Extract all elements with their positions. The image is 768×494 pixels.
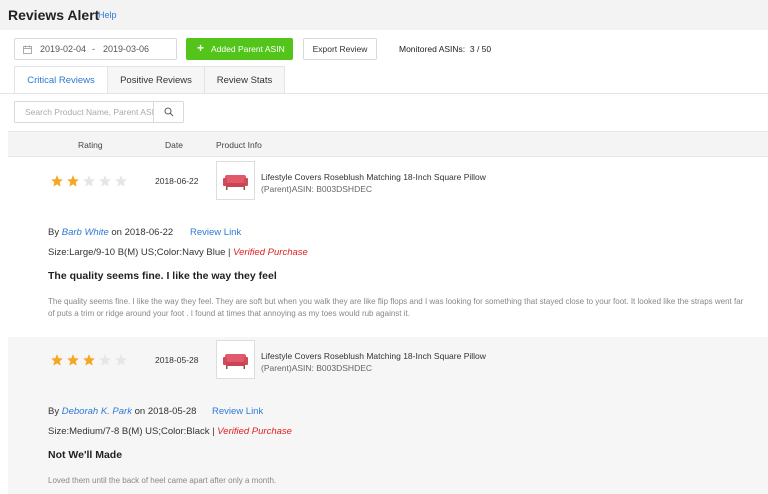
star-filled-icon (51, 175, 63, 187)
column-date: Date (165, 140, 183, 150)
review-body-line: Loved them until the back of heel came a… (48, 476, 277, 485)
tab-positive-reviews[interactable]: Positive Reviews (107, 66, 205, 94)
sofa-image (223, 354, 248, 369)
search-icon (164, 107, 174, 117)
variant-size: Size:Medium/7-8 B(M) US;Color:Black | (48, 426, 215, 437)
column-product-info: Product Info (216, 140, 262, 150)
star-filled-icon (51, 354, 63, 366)
verified-purchase-badge: Verified Purchase (217, 426, 292, 437)
review-on-date: on 2018-06-22 (111, 227, 174, 238)
add-parent-asin-label: Added Parent ASIN (211, 44, 285, 54)
review-link[interactable]: Review Link (212, 406, 263, 417)
star-filled-icon (67, 175, 79, 187)
search-box (14, 101, 184, 123)
review-title: Not We'll Made (48, 449, 123, 461)
calendar-icon (23, 45, 32, 54)
review-on-date: on 2018-05-28 (134, 406, 197, 417)
review-date: 2018-06-22 (155, 176, 199, 186)
date-start: 2019-02-04 (40, 44, 87, 54)
review-body-line: The quality seems fine. I like the way t… (48, 297, 744, 306)
verified-purchase-badge: Verified Purchase (233, 247, 308, 258)
review-title: The quality seems fine. I like the way t… (48, 270, 277, 282)
monitored-value: 3 / 50 (469, 44, 492, 54)
export-review-button[interactable]: Export Review (303, 38, 377, 60)
star-empty-icon (115, 354, 127, 366)
review-row: 2018-05-28 Lifestyle Covers Roseblush Ma… (8, 337, 768, 494)
main-panel: 2019-02-04 - 2019-03-06 + Added Parent A… (0, 30, 768, 494)
tab-critical-reviews[interactable]: Critical Reviews (14, 66, 108, 94)
star-empty-icon (99, 175, 111, 187)
star-rating (50, 174, 128, 188)
product-asin: (Parent)ASIN: B003DSHDEC (261, 184, 373, 194)
review-link[interactable]: Review Link (190, 227, 241, 238)
tabs-divider (0, 93, 768, 94)
product-asin: (Parent)ASIN: B003DSHDEC (261, 363, 373, 373)
product-title[interactable]: Lifestyle Covers Roseblush Matching 18-I… (261, 351, 486, 361)
monitored-asins: Monitored ASINs: 3 / 50 (399, 44, 491, 54)
review-author[interactable]: Deborah K. Park (62, 406, 132, 417)
date-end: 2019-03-06 (103, 44, 150, 54)
review-by-line: By Deborah K. Park on 2018-05-28 (48, 406, 196, 417)
page-title: Reviews Alert (8, 7, 100, 23)
search-button[interactable] (153, 102, 183, 122)
star-empty-icon (115, 175, 127, 187)
star-filled-icon (67, 354, 79, 366)
star-filled-icon (83, 354, 95, 366)
review-by-line: By Barb White on 2018-06-22 (48, 227, 173, 238)
page-header: Reviews Alert Help (0, 0, 768, 30)
review-variant: Size:Medium/7-8 B(M) US;Color:Black | Ve… (48, 426, 292, 437)
date-separator: - (92, 44, 95, 54)
plus-icon: + (197, 41, 205, 55)
star-rating (50, 353, 128, 367)
by-label: By (48, 406, 60, 417)
help-link[interactable]: Help (98, 10, 117, 20)
search-input[interactable] (15, 102, 153, 122)
add-parent-asin-button[interactable]: + Added Parent ASIN (186, 38, 293, 60)
star-empty-icon (83, 175, 95, 187)
monitored-label: Monitored ASINs: (399, 44, 466, 54)
review-variant: Size:Large/9-10 B(M) US;Color:Navy Blue … (48, 247, 308, 258)
sofa-image (223, 175, 248, 190)
product-thumbnail[interactable] (216, 161, 255, 200)
variant-size: Size:Large/9-10 B(M) US;Color:Navy Blue … (48, 247, 231, 258)
product-title[interactable]: Lifestyle Covers Roseblush Matching 18-I… (261, 172, 486, 182)
star-empty-icon (99, 354, 111, 366)
review-date: 2018-05-28 (155, 355, 199, 365)
by-label: By (48, 227, 60, 238)
table-header: Rating Date Product Info (8, 131, 768, 157)
review-body: Loved them until the back of heel came a… (48, 475, 768, 487)
tab-review-stats[interactable]: Review Stats (204, 66, 285, 94)
review-body-line: of puts a trim or ridge around your foot… (48, 309, 410, 318)
date-range-picker[interactable]: 2019-02-04 - 2019-03-06 (14, 38, 177, 60)
review-body: The quality seems fine. I like the way t… (48, 296, 768, 320)
review-author[interactable]: Barb White (62, 227, 109, 238)
review-row: 2018-06-22 Lifestyle Covers Roseblush Ma… (8, 157, 768, 337)
product-thumbnail[interactable] (216, 340, 255, 379)
column-rating: Rating (78, 140, 103, 150)
